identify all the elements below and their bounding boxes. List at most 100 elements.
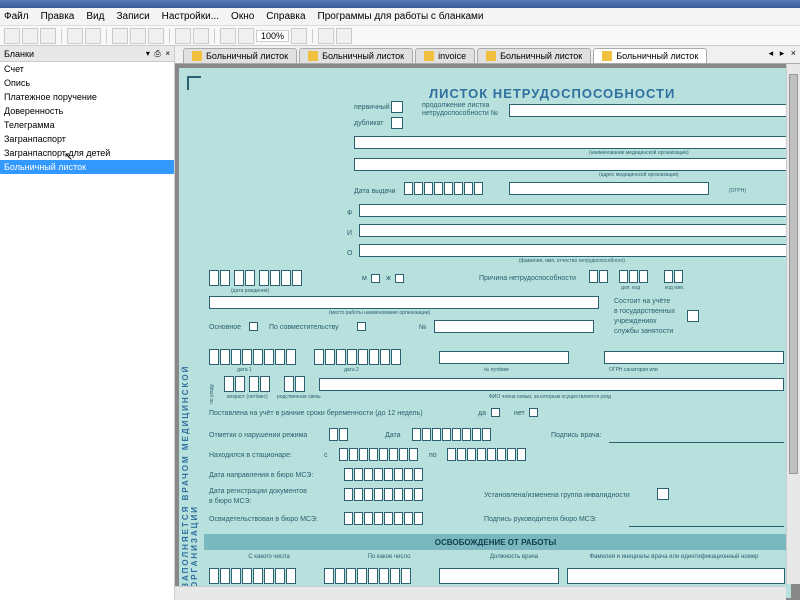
input-orgname[interactable]: [354, 136, 789, 149]
tb-print-icon[interactable]: [67, 28, 83, 44]
chk-disab[interactable]: [657, 488, 669, 500]
input-date2[interactable]: [314, 349, 401, 365]
sidebar-header: Бланки ▾ ⎙ ×: [0, 46, 174, 62]
tb-nav-first-icon[interactable]: [220, 28, 236, 44]
tb-undo-icon[interactable]: [175, 28, 191, 44]
lbl-zh: ж: [386, 275, 391, 282]
chk-m[interactable]: [371, 274, 380, 283]
input-mse-head-sign[interactable]: [629, 514, 784, 527]
tab-1[interactable]: Больничный листок: [183, 48, 297, 63]
menu-settings[interactable]: Настройки...: [162, 11, 219, 22]
menu-view[interactable]: Вид: [86, 11, 104, 22]
input-issuedate[interactable]: [404, 182, 483, 195]
input-birth[interactable]: [209, 270, 302, 286]
sidebar-item-zagran-child[interactable]: Загранпаспорт для детей: [0, 146, 174, 160]
input-cont-num[interactable]: [509, 104, 789, 117]
scrollbar-vertical[interactable]: [786, 64, 800, 584]
input-fio-care1[interactable]: [319, 378, 784, 391]
tb-new-icon[interactable]: [4, 28, 20, 44]
input-mse-exam[interactable]: [344, 512, 423, 525]
tb-sep: [312, 29, 313, 43]
input-cause-code[interactable]: [589, 270, 608, 283]
sidebar-item-sick-leave[interactable]: Больничный листок: [0, 160, 174, 174]
table-row-job[interactable]: [439, 568, 559, 584]
scroll-thumb[interactable]: [789, 74, 798, 474]
chk-parttime[interactable]: [357, 322, 366, 331]
tb-copy-icon[interactable]: [130, 28, 146, 44]
tb-nav-next-icon[interactable]: [291, 28, 307, 44]
sidebar-item-zagran[interactable]: Загранпаспорт: [0, 132, 174, 146]
sidebar-item-payment[interactable]: Платежное поручение: [0, 90, 174, 104]
sidebar-list: Счет Опись Платежное поручение Доверенно…: [0, 62, 174, 174]
tb-save-icon[interactable]: [40, 28, 56, 44]
chk-zh[interactable]: [395, 274, 404, 283]
tb-paste-icon[interactable]: [148, 28, 164, 44]
table-row-from[interactable]: [209, 568, 296, 584]
input-cause-chg[interactable]: [664, 270, 683, 283]
input-mse-ref[interactable]: [344, 468, 423, 481]
tb-fit2-icon[interactable]: [336, 28, 352, 44]
sidebar-item-opis[interactable]: Опись: [0, 76, 174, 90]
sidebar-item-telegram[interactable]: Телеграмма: [0, 118, 174, 132]
tb-preview-icon[interactable]: [85, 28, 101, 44]
tb-cut-icon[interactable]: [112, 28, 128, 44]
menu-programs[interactable]: Программы для работы с бланками: [318, 11, 484, 22]
doc-icon: [424, 51, 434, 61]
input-mse-reg[interactable]: [344, 488, 423, 501]
chk-preg-yes[interactable]: [491, 408, 500, 417]
panel-close-icon[interactable]: ×: [165, 49, 170, 58]
input-i[interactable]: [359, 224, 789, 237]
input-ogrn[interactable]: [509, 182, 709, 195]
chk-gov[interactable]: [687, 310, 699, 322]
input-orgaddr[interactable]: [354, 158, 789, 171]
menu-file[interactable]: Файл: [4, 11, 29, 22]
input-doctor-sign[interactable]: [609, 430, 784, 443]
input-voucher[interactable]: [439, 351, 569, 364]
chk-preg-no[interactable]: [529, 408, 538, 417]
tb-open-icon[interactable]: [22, 28, 38, 44]
input-date1[interactable]: [209, 349, 296, 365]
zoom-value[interactable]: 100%: [256, 30, 289, 42]
panel-pin-icon[interactable]: ⎙: [154, 49, 160, 58]
scrollbar-horizontal[interactable]: [175, 586, 786, 600]
input-o[interactable]: [359, 244, 789, 257]
chk-dup[interactable]: [391, 117, 403, 129]
lbl-yes: да: [478, 410, 486, 417]
menu-edit[interactable]: Правка: [41, 11, 75, 22]
tab-2[interactable]: Больничный листок: [299, 48, 413, 63]
tab-scroll-left-icon[interactable]: ◂: [769, 48, 774, 58]
tab-close-icon[interactable]: ×: [791, 48, 796, 58]
tab-3[interactable]: invoice: [415, 48, 475, 63]
input-parttime-num[interactable]: [434, 320, 594, 333]
input-ogrn-san[interactable]: [604, 351, 784, 364]
table-row-to[interactable]: [324, 568, 411, 584]
input-hosp-to[interactable]: [447, 448, 526, 461]
input-workplace[interactable]: [209, 296, 599, 309]
menu-help[interactable]: Справка: [266, 11, 305, 22]
tab-5[interactable]: Больничный листок: [593, 48, 707, 63]
lbl-no: нет: [514, 410, 525, 417]
sidebar-item-schet[interactable]: Счет: [0, 62, 174, 76]
table-row-fio[interactable]: [567, 568, 785, 584]
tab-4[interactable]: Больничный листок: [477, 48, 591, 63]
tb-nav-prev-icon[interactable]: [238, 28, 254, 44]
panel-minimize-icon[interactable]: ▾: [146, 49, 150, 58]
sidebar-item-doverennost[interactable]: Доверенность: [0, 104, 174, 118]
input-violation[interactable]: [329, 428, 348, 441]
chk-primary[interactable]: [391, 101, 403, 113]
input-age1[interactable]: [224, 376, 270, 392]
menu-records[interactable]: Записи: [116, 11, 149, 22]
menu-window[interactable]: Окно: [231, 11, 254, 22]
tb-redo-icon[interactable]: [193, 28, 209, 44]
tb-fit-icon[interactable]: [318, 28, 334, 44]
input-hosp-from[interactable]: [339, 448, 418, 461]
lbl-gov1: Состоит на учёте: [614, 298, 670, 305]
input-rel1[interactable]: [284, 376, 305, 392]
chk-main[interactable]: [249, 322, 258, 331]
input-f[interactable]: [359, 204, 789, 217]
tab-scroll-right-icon[interactable]: ▸: [780, 48, 785, 58]
document-viewport[interactable]: ЛИСТОК НЕТРУДОСПОСОБНОСТИ первичный дубл…: [175, 64, 800, 600]
input-violation-date[interactable]: [412, 428, 491, 441]
lbl-cont2: нетрудоспособности №: [422, 110, 498, 117]
input-cause-doc[interactable]: [619, 270, 648, 283]
